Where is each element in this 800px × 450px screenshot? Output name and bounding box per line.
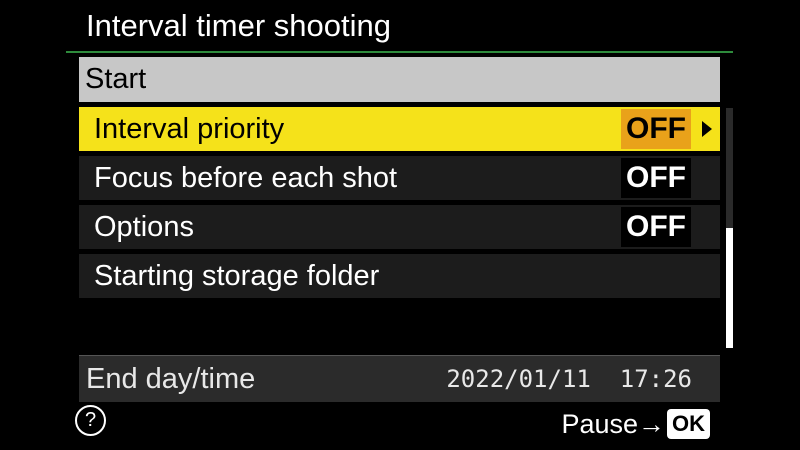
menu-item-label: Interval priority [94, 113, 285, 145]
end-day-time-row: End day/time 2022/01/11 17:26 [79, 355, 720, 402]
start-label: Start [85, 63, 147, 95]
end-day-time-label: End day/time [86, 363, 256, 395]
start-menu-item[interactable]: Start [79, 57, 720, 102]
pause-ok-hint: Pause→ OK [561, 407, 710, 441]
ok-button-icon: OK [667, 409, 710, 439]
menu-item-interval-priority[interactable]: Interval priority OFF [79, 107, 720, 151]
help-question-icon[interactable]: ? [75, 405, 106, 436]
menu-item-label: Starting storage folder [94, 260, 380, 292]
menu-item-value: OFF [621, 109, 691, 149]
menu-item-starting-storage-folder[interactable]: Starting storage folder [79, 254, 720, 298]
chevron-right-icon [702, 121, 712, 137]
menu-item-value: OFF [621, 207, 691, 247]
menu-item-options[interactable]: Options OFF [79, 205, 720, 249]
title-divider [66, 51, 733, 53]
scrollbar-thumb[interactable] [726, 228, 733, 348]
menu-item-focus-before-each-shot[interactable]: Focus before each shot OFF [79, 156, 720, 200]
scrollbar[interactable] [726, 108, 733, 348]
pause-hint-text: Pause→ [561, 409, 665, 439]
menu-item-label: Focus before each shot [94, 162, 398, 194]
screen-title: Interval timer shooting [86, 8, 391, 43]
menu-item-label: Options [94, 211, 194, 243]
end-day-time-value: 2022/01/11 17:26 [446, 365, 692, 393]
menu-item-value: OFF [621, 158, 691, 198]
